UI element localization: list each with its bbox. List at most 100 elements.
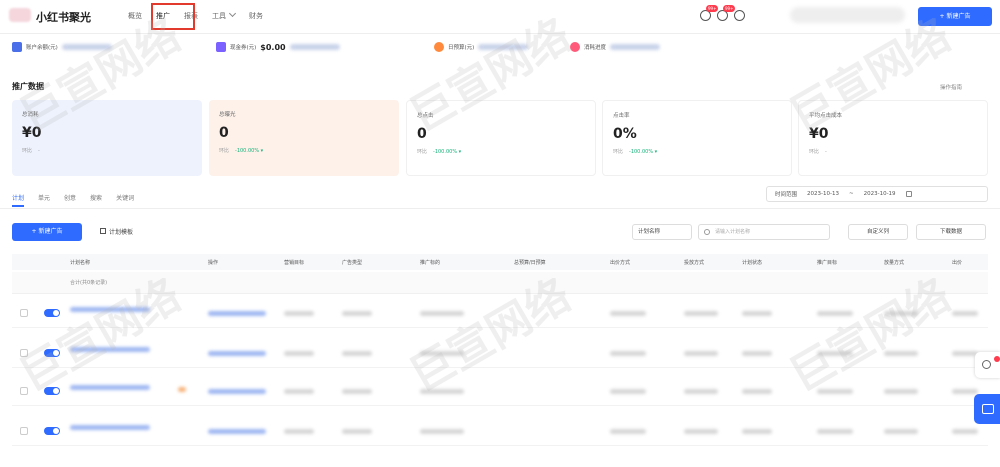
section-guide-link[interactable]: 操作指南 — [940, 83, 962, 91]
level-tabs: 计划 单元 创意 搜索 关键词 — [12, 193, 148, 207]
campaign-name[interactable] — [70, 347, 150, 352]
kpi-card-cpc[interactable]: 平均点击成本 ¥0 环比 - — [798, 100, 988, 176]
cell-value — [742, 429, 772, 434]
tab-keyword[interactable]: 关键词 — [116, 193, 134, 207]
kpi-pct: -100.00% ▾ — [235, 148, 264, 154]
coupon-value: $0.00 — [260, 42, 286, 52]
col-header: 出价方式 — [610, 260, 631, 266]
floating-chat-button[interactable] — [974, 394, 1000, 424]
custom-columns-button[interactable]: 自定义列 — [848, 224, 908, 240]
kpi-compare: 环比 -100.00% ▾ — [417, 148, 585, 155]
col-header: 出价 — [952, 260, 963, 266]
kpi-compare: 环比 -100.00% ▾ — [613, 148, 781, 155]
kpi-foot-label: 环比 — [417, 149, 428, 155]
kpi-pct: - — [825, 149, 827, 155]
nav-highlight-box — [151, 3, 195, 30]
col-header[interactable]: 推广标的 — [420, 259, 440, 266]
kpi-pct: - — [38, 148, 40, 154]
kpi-card-spend[interactable]: 总消耗 ¥0 环比 - — [12, 100, 202, 176]
nav-overview[interactable]: 概览 — [128, 11, 142, 21]
table-row[interactable] — [12, 416, 988, 446]
kpi-card-ctr[interactable]: 点击率 0% 环比 -100.00% ▾ — [602, 100, 792, 176]
cell-value — [884, 429, 918, 434]
cell-value — [817, 429, 853, 434]
cell-value — [742, 311, 772, 316]
nav-tools-label: 工具 — [212, 12, 226, 20]
download-data-button[interactable]: 下载数据 — [916, 224, 986, 240]
row-checkbox[interactable] — [20, 349, 28, 357]
section-title: 推广数据 — [12, 82, 44, 91]
col-header[interactable]: 计划状态 — [742, 259, 762, 266]
bell-icon[interactable]: 99+ — [700, 5, 719, 21]
notification-dot — [994, 356, 1000, 362]
table-row[interactable] — [12, 298, 988, 328]
nav-finance[interactable]: 财务 — [249, 11, 263, 21]
cell-value — [342, 311, 372, 316]
kpi-foot-label: 环比 — [613, 149, 624, 155]
kpi-compare: 环比 - — [809, 148, 977, 155]
cell-value — [284, 429, 314, 434]
date-range-picker[interactable]: 时间范围 2023-10-13 ~ 2023-10-19 — [766, 186, 988, 202]
kpi-card-clicks[interactable]: 总点击 0 环比 -100.00% ▾ — [406, 100, 596, 176]
campaign-template-button[interactable]: 计划模板 — [100, 227, 133, 236]
col-header[interactable]: 总预算/日预算 — [514, 259, 546, 266]
user-account-menu[interactable] — [790, 7, 905, 23]
row-checkbox[interactable] — [20, 309, 28, 317]
campaign-name[interactable] — [70, 307, 150, 312]
tab-search[interactable]: 搜索 — [90, 193, 102, 207]
row-checkbox[interactable] — [20, 387, 28, 395]
nav-tools[interactable]: 工具 — [212, 9, 237, 21]
row-actions[interactable] — [208, 389, 266, 394]
filter-field-select[interactable]: 计划名称 — [632, 224, 692, 240]
coupon-icon — [216, 42, 226, 52]
cell-value — [817, 351, 853, 356]
cell-value — [817, 311, 853, 316]
col-header[interactable]: 营销目标 — [284, 259, 304, 266]
row-actions[interactable] — [208, 311, 266, 316]
row-status-toggle[interactable] — [44, 349, 60, 357]
table-row[interactable] — [12, 338, 988, 368]
account-balance-value — [61, 44, 112, 50]
cell-value — [610, 389, 646, 394]
kpi-value: ¥0 — [809, 126, 829, 142]
col-header[interactable]: 广告类型 — [342, 259, 362, 266]
row-status-toggle[interactable] — [44, 427, 60, 435]
tab-creative[interactable]: 创意 — [64, 193, 76, 207]
coupon-balance: 现金券(元) $0.00 — [216, 42, 340, 52]
kpi-pct: -100.00% ▾ — [433, 149, 462, 155]
row-actions[interactable] — [208, 351, 266, 356]
row-actions[interactable] — [208, 429, 266, 434]
kpi-card-impressions[interactable]: 总曝光 0 环比 -100.00% ▾ — [209, 100, 399, 176]
tab-campaign[interactable]: 计划 — [12, 193, 25, 207]
app-logo[interactable] — [9, 8, 31, 22]
account-balance-label: 账户余额(元) — [26, 45, 58, 51]
col-header[interactable]: 推广目标 — [817, 259, 837, 266]
daily-budget-value — [478, 44, 529, 50]
help-icon[interactable] — [734, 10, 745, 21]
cell-value — [684, 311, 718, 316]
kpi-label: 总消耗 — [22, 112, 39, 118]
col-header[interactable]: 计划名称 — [70, 259, 90, 266]
kpi-compare: 环比 -100.00% ▾ — [219, 147, 389, 154]
progress-icon — [570, 42, 580, 52]
col-header[interactable]: 放量方式 — [884, 259, 904, 266]
campaign-name[interactable] — [70, 385, 150, 390]
cell-value — [342, 389, 372, 394]
message-icon[interactable]: 99+ — [717, 5, 736, 21]
new-ad-button[interactable]: + 新建广告 — [12, 223, 82, 241]
table-row[interactable] — [12, 376, 988, 406]
cell-value — [684, 429, 718, 434]
summary-label: 合计(共0条记录) — [70, 280, 108, 286]
create-ad-button-top[interactable]: + 新建广告 — [918, 7, 992, 26]
campaign-name[interactable] — [70, 425, 150, 430]
col-header: 投放方式 — [684, 260, 705, 266]
cell-value — [284, 389, 314, 394]
row-status-toggle[interactable] — [44, 387, 60, 395]
search-input[interactable]: 请输入计划名称 — [698, 224, 830, 240]
kpi-pct: -100.00% ▾ — [629, 149, 658, 155]
row-checkbox[interactable] — [20, 427, 28, 435]
tab-unit[interactable]: 单元 — [38, 193, 50, 207]
row-status-toggle[interactable] — [44, 309, 60, 317]
cell-value — [742, 351, 772, 356]
daily-budget-label: 日预算(元) — [448, 45, 475, 51]
